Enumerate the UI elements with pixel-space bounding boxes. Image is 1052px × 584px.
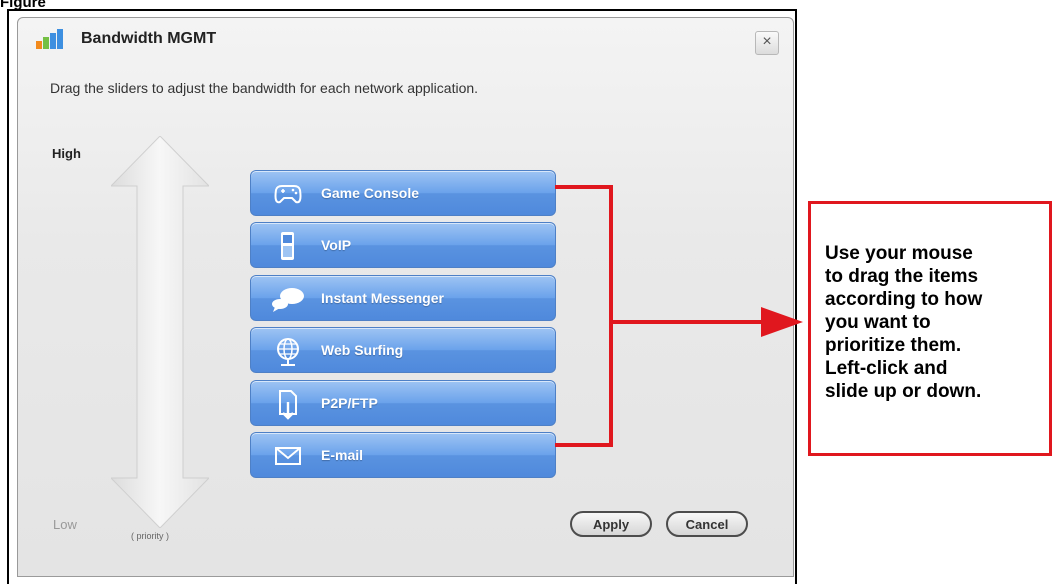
- app-label: Game Console: [321, 185, 420, 201]
- bracket-top: [555, 185, 613, 189]
- phone-icon: [281, 232, 294, 260]
- app-instant-messenger[interactable]: Instant Messenger: [250, 275, 556, 321]
- callout-line: slide up or down.: [825, 381, 982, 402]
- arrow-head-icon: [761, 307, 803, 337]
- priority-low-label: Low: [53, 517, 77, 532]
- download-file-icon: [279, 390, 297, 420]
- callout-line: to drag the items: [825, 266, 979, 287]
- app-label: E-mail: [321, 447, 364, 463]
- callout-line: according to how: [825, 289, 983, 310]
- dialog-titlebar: Bandwidth MGMT ×: [18, 18, 793, 60]
- cancel-button[interactable]: Cancel: [666, 511, 748, 537]
- callout-box: Use your mouse to drag the items accordi…: [808, 201, 1052, 456]
- app-label: Instant Messenger: [321, 290, 444, 306]
- app-voip[interactable]: VoIP: [250, 222, 556, 268]
- close-button[interactable]: ×: [755, 31, 779, 55]
- callout-line: Left-click and: [825, 358, 948, 379]
- app-web-surfing[interactable]: Web Surfing: [250, 327, 556, 373]
- app-label: P2P/FTP: [321, 395, 378, 411]
- callout-line: you want to: [825, 312, 931, 333]
- chat-bubble-icon: [272, 288, 304, 312]
- priority-arrow-icon: [111, 136, 209, 528]
- app-label: Web Surfing: [321, 342, 404, 358]
- app-p2p-ftp[interactable]: P2P/FTP: [250, 380, 556, 426]
- callout-line: Use your mouse: [825, 243, 973, 264]
- priority-caption: ( priority ): [131, 531, 169, 541]
- envelope-icon: [275, 447, 301, 465]
- app-email[interactable]: E-mail: [250, 432, 556, 478]
- app-label: VoIP: [321, 237, 352, 253]
- callout-line: prioritize them.: [825, 335, 962, 356]
- bandwidth-dialog: Bandwidth MGMT × Drag the sliders to adj…: [17, 17, 794, 577]
- arrow-shaft: [613, 320, 763, 324]
- bracket-bottom: [555, 443, 613, 447]
- bracket-vertical: [609, 185, 613, 447]
- dialog-title: Bandwidth MGMT: [81, 30, 217, 47]
- priority-high-label: High: [52, 146, 81, 161]
- gamepad-icon: [274, 185, 302, 204]
- apply-button[interactable]: Apply: [570, 511, 652, 537]
- instruction-text: Drag the sliders to adjust the bandwidth…: [50, 80, 479, 96]
- app-game-console[interactable]: Game Console: [250, 170, 556, 216]
- globe-icon: [277, 338, 299, 366]
- bandwidth-bars-icon: [36, 29, 63, 49]
